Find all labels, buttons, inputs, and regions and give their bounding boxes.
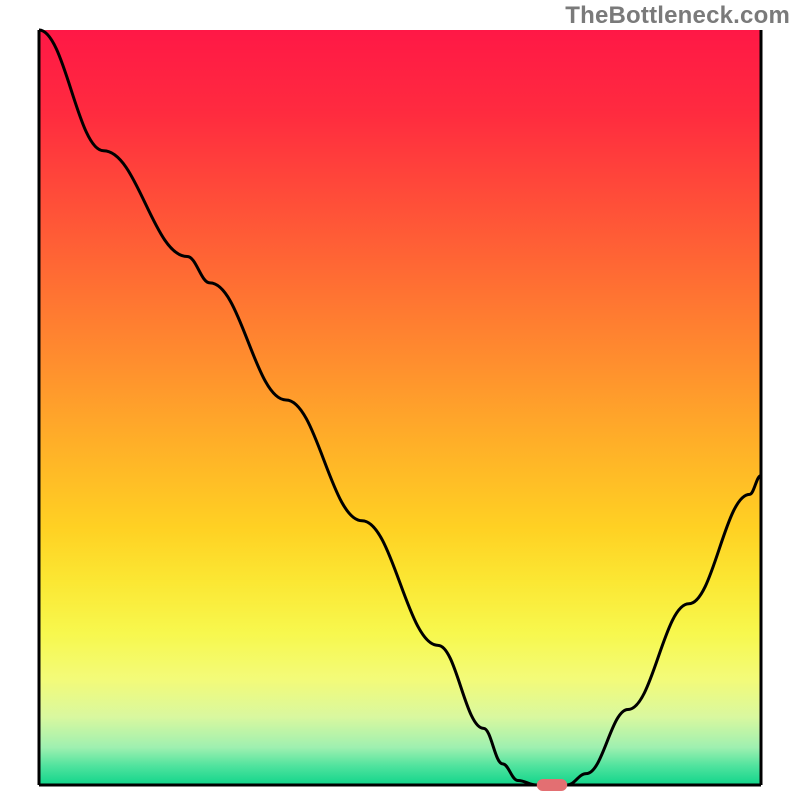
watermark-text: TheBottleneck.com xyxy=(565,2,790,30)
optimal-marker xyxy=(537,779,567,791)
bottleneck-chart xyxy=(0,0,800,800)
